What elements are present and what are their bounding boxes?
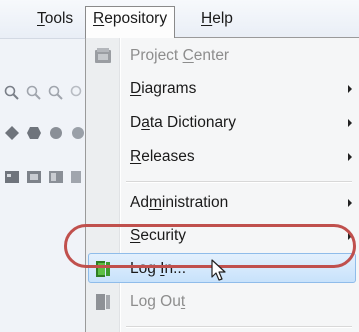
- menu-item-security[interactable]: Security: [86, 220, 358, 252]
- menu-item-project-center[interactable]: Project Center: [86, 40, 358, 72]
- repository-dropdown-menu: Project Center Diagrams Data Dictionary …: [85, 37, 359, 332]
- menu-help[interactable]: Help: [194, 6, 240, 32]
- table-tool-icon[interactable]: [4, 169, 20, 185]
- log-out-icon: [96, 294, 110, 310]
- menu-tools-label: ools: [44, 10, 74, 27]
- note-tool-icon[interactable]: [70, 125, 86, 141]
- menu-item-label: Project Center: [130, 47, 230, 64]
- menu-item-label: Log In...: [130, 260, 187, 277]
- menu-item-releases[interactable]: Releases: [86, 141, 358, 173]
- layout-tool-icon[interactable]: [48, 169, 64, 185]
- log-in-icon: [96, 261, 110, 277]
- submenu-arrow-icon: [348, 85, 352, 93]
- menu-item-data-dictionary[interactable]: Data Dictionary: [86, 107, 358, 139]
- menu-separator: [126, 181, 352, 183]
- toolbar: [0, 39, 86, 332]
- menu-item-administration[interactable]: Administration: [86, 187, 358, 219]
- project-center-icon: [95, 48, 111, 63]
- menu-tools[interactable]: Tools: [30, 6, 80, 32]
- menu-help-label: elp: [212, 10, 233, 27]
- menu-repository[interactable]: Repository: [85, 6, 176, 38]
- submenu-arrow-icon: [348, 232, 352, 240]
- view-tool-icon[interactable]: [26, 169, 42, 185]
- grid-tool-icon[interactable]: [70, 169, 86, 185]
- zoom-in-icon[interactable]: [4, 85, 20, 101]
- menu-bar: Tools Repository Help: [0, 0, 359, 39]
- submenu-arrow-icon: [348, 153, 352, 161]
- menu-item-label: Data Dictionary: [130, 114, 236, 131]
- menu-item-label: Security: [130, 227, 186, 244]
- zoom-out-icon[interactable]: [26, 85, 42, 101]
- zoom-fit-icon[interactable]: [48, 85, 64, 101]
- zoom-extra-icon[interactable]: [70, 85, 86, 101]
- menu-item-label: Administration: [130, 194, 229, 211]
- submenu-arrow-icon: [348, 119, 352, 127]
- menu-item-diagrams[interactable]: Diagrams: [86, 73, 358, 105]
- menu-item-label: Releases: [130, 148, 195, 165]
- menu-item-label: Log Out: [130, 293, 186, 310]
- menu-separator: [126, 326, 352, 328]
- menu-repository-accesskey: R: [93, 10, 105, 27]
- menu-tools-accesskey: T: [37, 10, 45, 27]
- entity-tool-icon[interactable]: [26, 125, 42, 141]
- shape-tool-icon[interactable]: [4, 125, 20, 141]
- menu-help-accesskey: H: [201, 10, 213, 27]
- menu-item-label: Diagrams: [130, 80, 197, 97]
- menu-item-log-out[interactable]: Log Out: [86, 286, 358, 318]
- menu-repository-label: epository: [104, 10, 168, 27]
- submenu-arrow-icon: [348, 199, 352, 207]
- relation-tool-icon[interactable]: [48, 125, 64, 141]
- mouse-pointer-icon: [211, 259, 226, 281]
